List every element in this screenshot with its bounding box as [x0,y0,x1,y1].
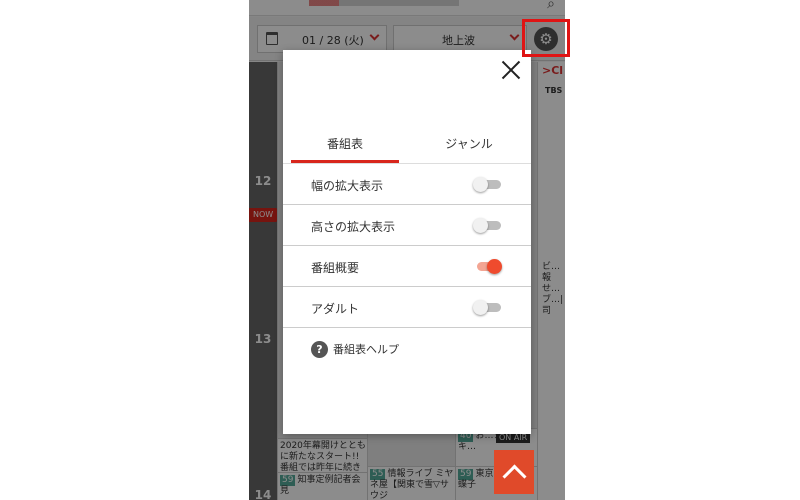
settings-modal: 番組表 ジャンル 幅の拡大表示 高さの拡大表示 番組概要 アダルト ? 番組表ヘ… [283,50,531,434]
scroll-to-top-button[interactable] [494,450,534,494]
setting-row-height-zoom: 高さの拡大表示 [283,205,531,246]
program-summary-toggle[interactable] [473,259,502,274]
setting-label: 幅の拡大表示 [311,179,384,193]
setting-label: アダルト [311,302,360,316]
help-link[interactable]: ? 番組表ヘルプ [311,340,399,358]
help-icon: ? [311,340,328,358]
width-zoom-toggle[interactable] [473,177,501,192]
close-icon[interactable] [501,60,521,80]
screenshot-stage: ⌕ 01 / 28 (火) 地上波 ⚙ 12 13 14 NOW 2020年幕開… [0,0,800,500]
setting-row-width-zoom: 幅の拡大表示 [283,164,531,205]
highlight-box [522,19,570,57]
setting-label: 番組概要 [311,261,360,275]
adult-toggle[interactable] [473,300,501,315]
help-label: 番組表ヘルプ [333,343,399,356]
height-zoom-toggle[interactable] [473,218,501,233]
tab-genre[interactable]: ジャンル [407,130,531,164]
settings-tabs: 番組表 ジャンル [283,130,531,164]
setting-row-program-summary: 番組概要 [283,246,531,287]
setting-row-adult: アダルト [283,287,531,328]
setting-label: 高さの拡大表示 [311,220,396,234]
tab-program-guide[interactable]: 番組表 [283,130,407,164]
